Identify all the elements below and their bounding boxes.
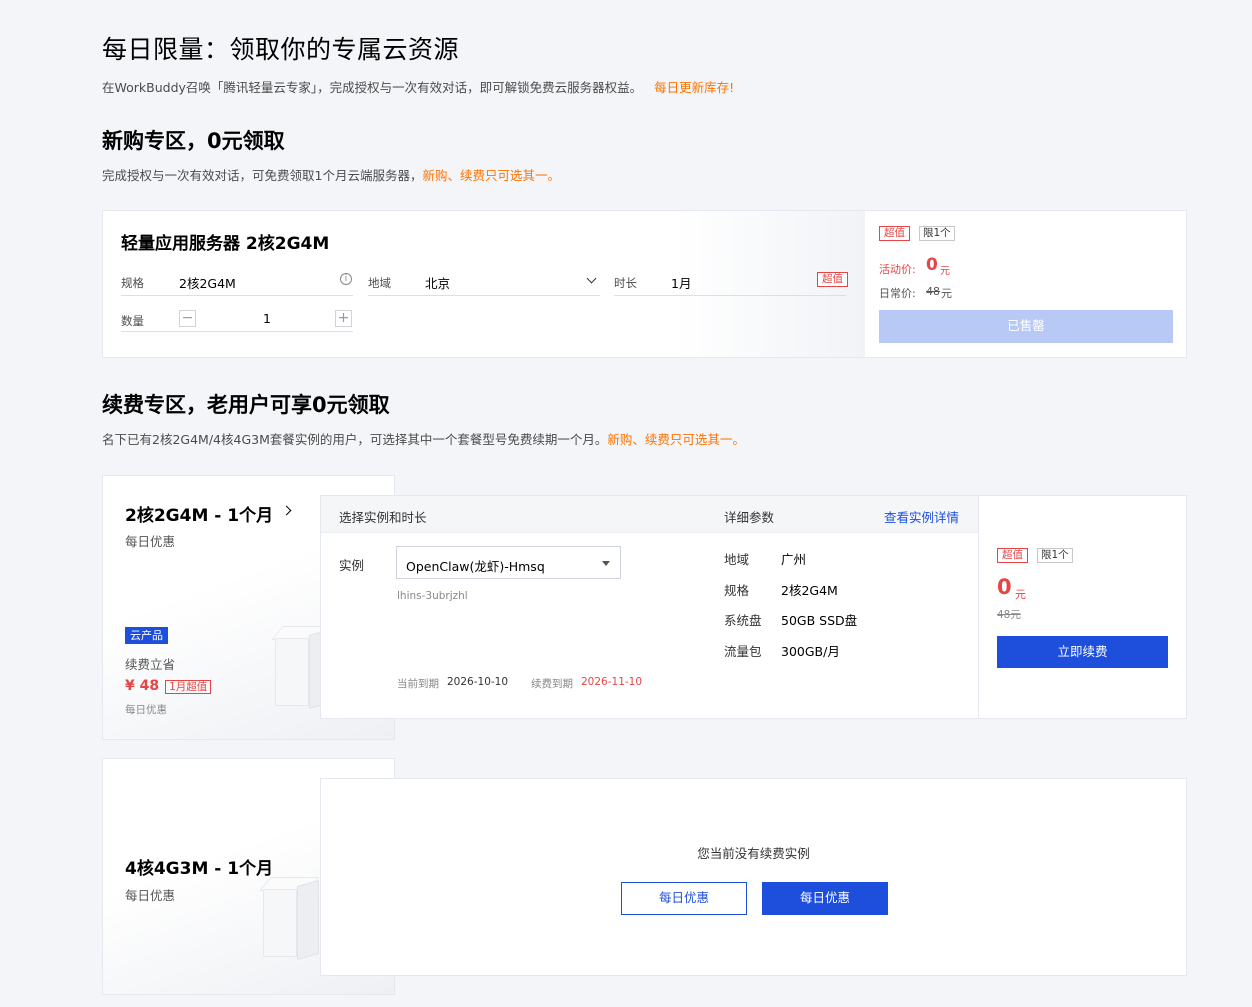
renew-price: 0 xyxy=(997,575,1012,599)
empty-state-message: 您当前没有续费实例 xyxy=(697,846,810,861)
limit-tag: 限1个 xyxy=(1037,548,1073,563)
renew-section-description-text: 名下已有2核2G4M/4核4G3M套餐实例的用户，可选择其中一个套餐型号免费续期… xyxy=(102,432,608,447)
instance-panel-header: 选择实例和时长 详细参数 查看实例详情 xyxy=(321,496,978,533)
param-value: 50GB SSD盘 xyxy=(781,613,858,628)
renew-price-unit: 元 xyxy=(1015,588,1026,601)
value-tag: 超值 xyxy=(879,226,910,241)
renew-save-label: 续费立省 xyxy=(125,657,176,672)
package-subtitle: 每日优惠 xyxy=(125,888,176,903)
info-icon[interactable]: i xyxy=(340,273,352,285)
renew-price-panel: 超值 限1个 0 元 48元 立即续费 xyxy=(978,495,1187,719)
cloud-product-badge: 云产品 xyxy=(125,627,168,644)
renew-expire-label: 续费到期 xyxy=(531,678,573,690)
package-subtitle: 每日优惠 xyxy=(125,534,176,549)
regular-price: 48 xyxy=(926,285,940,298)
current-expire-label: 当前到期 xyxy=(397,678,439,690)
new-purchase-config: 轻量应用服务器 2核2G4M 规格 2核2G4M i 地域 北京 时长 1月 超… xyxy=(103,211,865,357)
renew-section-highlight: 新购、续费只可选其一。 xyxy=(607,432,745,447)
param-key: 系统盘 xyxy=(724,613,762,628)
param-key: 流量包 xyxy=(724,644,762,659)
limit-tag: 限1个 xyxy=(919,226,955,241)
details-heading: 详细参数 xyxy=(724,510,775,525)
quantity-minus-button[interactable]: − xyxy=(179,310,196,327)
region-label: 地域 xyxy=(368,276,391,290)
promo-price: 0 xyxy=(926,255,938,275)
sold-out-button[interactable]: 已售罄 xyxy=(879,310,1173,343)
spec-value[interactable]: 2核2G4M xyxy=(179,273,236,292)
param-key: 地域 xyxy=(724,552,750,567)
instance-panel: 选择实例和时长 详细参数 查看实例详情 实例 OpenClaw(龙虾)-Hmsq… xyxy=(320,495,979,719)
param-value: 300GB/月 xyxy=(781,644,840,659)
duration-label: 时长 xyxy=(614,276,637,290)
chevron-right-icon[interactable] xyxy=(281,505,292,516)
quantity-plus-button[interactable]: + xyxy=(335,310,352,327)
original-price: 48元 xyxy=(997,609,1021,621)
quantity-label: 数量 xyxy=(121,314,144,328)
current-expire-date: 2026-10-10 xyxy=(447,676,509,688)
spec-underline xyxy=(121,295,353,296)
instance-select-value: OpenClaw(龙虾)-Hmsq xyxy=(406,559,545,574)
renew-section-title: 续费专区，老用户可享0元领取 xyxy=(102,393,390,417)
view-instance-details-link[interactable]: 查看实例详情 xyxy=(884,507,959,526)
product-title: 轻量应用服务器 2核2G4M xyxy=(121,234,330,254)
value-tag: 超值 xyxy=(997,548,1028,563)
instance-label: 实例 xyxy=(339,558,365,573)
new-section-title: 新购专区，0元领取 xyxy=(102,129,285,153)
region-underline xyxy=(368,295,600,296)
regular-price-label: 日常价: xyxy=(879,287,916,300)
new-section-description: 完成授权与一次有效对话，可免费领取1个月云端服务器，新购、续费只可选其一。 xyxy=(102,165,560,184)
duration-value[interactable]: 1月 xyxy=(671,273,691,292)
param-key: 规格 xyxy=(724,583,750,598)
empty-state-panel: 您当前没有续费实例 每日优惠 每日优惠 xyxy=(320,778,1187,976)
renew-now-button[interactable]: 立即续费 xyxy=(997,636,1168,668)
promo-price-unit: 元 xyxy=(940,266,950,277)
renew-expire-date: 2026-11-10 xyxy=(581,676,643,688)
package-title: 4核4G3M - 1个月 xyxy=(125,859,274,879)
select-instance-heading: 选择实例和时长 xyxy=(339,510,427,525)
package-footnote: 每日优惠 xyxy=(125,704,167,716)
renew-save-price: ¥ 48 1月超值 xyxy=(125,678,212,694)
daily-update-note: 每日更新库存! xyxy=(654,80,735,95)
new-purchase-card: 轻量应用服务器 2核2G4M 规格 2核2G4M i 地域 北京 时长 1月 超… xyxy=(102,210,1187,358)
new-section-description-text: 完成授权与一次有效对话，可免费领取1个月云端服务器， xyxy=(102,168,423,183)
caret-down-icon xyxy=(602,561,610,566)
daily-offer-primary-button[interactable]: 每日优惠 xyxy=(762,882,888,915)
page-title: 每日限量：领取你的专属云资源 xyxy=(102,35,460,64)
renew-section-description: 名下已有2核2G4M/4核4G3M套餐实例的用户，可选择其中一个套餐型号免费续期… xyxy=(102,429,745,448)
param-value: 2核2G4M xyxy=(781,583,838,598)
chevron-down-icon[interactable] xyxy=(586,273,597,284)
page-description-text: 在WorkBuddy召唤「腾讯轻量云专家」，完成授权与一次有效对话，即可解锁免费… xyxy=(102,80,643,95)
package-title: 2核2G4M - 1个月 xyxy=(125,506,274,526)
new-section-highlight: 新购、续费只可选其一。 xyxy=(422,168,560,183)
regular-price-unit: 元 xyxy=(941,287,952,300)
quantity-underline xyxy=(121,331,353,332)
duration-underline xyxy=(614,295,846,296)
promo-price-label: 活动价: xyxy=(879,263,916,276)
param-value: 广州 xyxy=(781,552,807,567)
renew-save-tag: 1月超值 xyxy=(165,680,212,694)
cube-illustration xyxy=(259,877,323,960)
daily-offer-outline-button[interactable]: 每日优惠 xyxy=(621,882,747,915)
renew-save-amount: ¥ 48 xyxy=(125,678,160,694)
quantity-value[interactable]: 1 xyxy=(263,311,271,326)
region-select[interactable]: 北京 xyxy=(425,273,450,292)
new-purchase-price: 超值 限1个 活动价: 0 元 日常价: 48 元 已售罄 xyxy=(866,211,1186,357)
instance-id: lhins-3ubrjzhl xyxy=(397,590,468,602)
spec-label: 规格 xyxy=(121,276,144,290)
instance-select[interactable]: OpenClaw(龙虾)-Hmsq xyxy=(396,546,621,579)
page-description: 在WorkBuddy召唤「腾讯轻量云专家」，完成授权与一次有效对话，即可解锁免费… xyxy=(102,77,734,96)
duration-tag: 超值 xyxy=(817,272,848,287)
